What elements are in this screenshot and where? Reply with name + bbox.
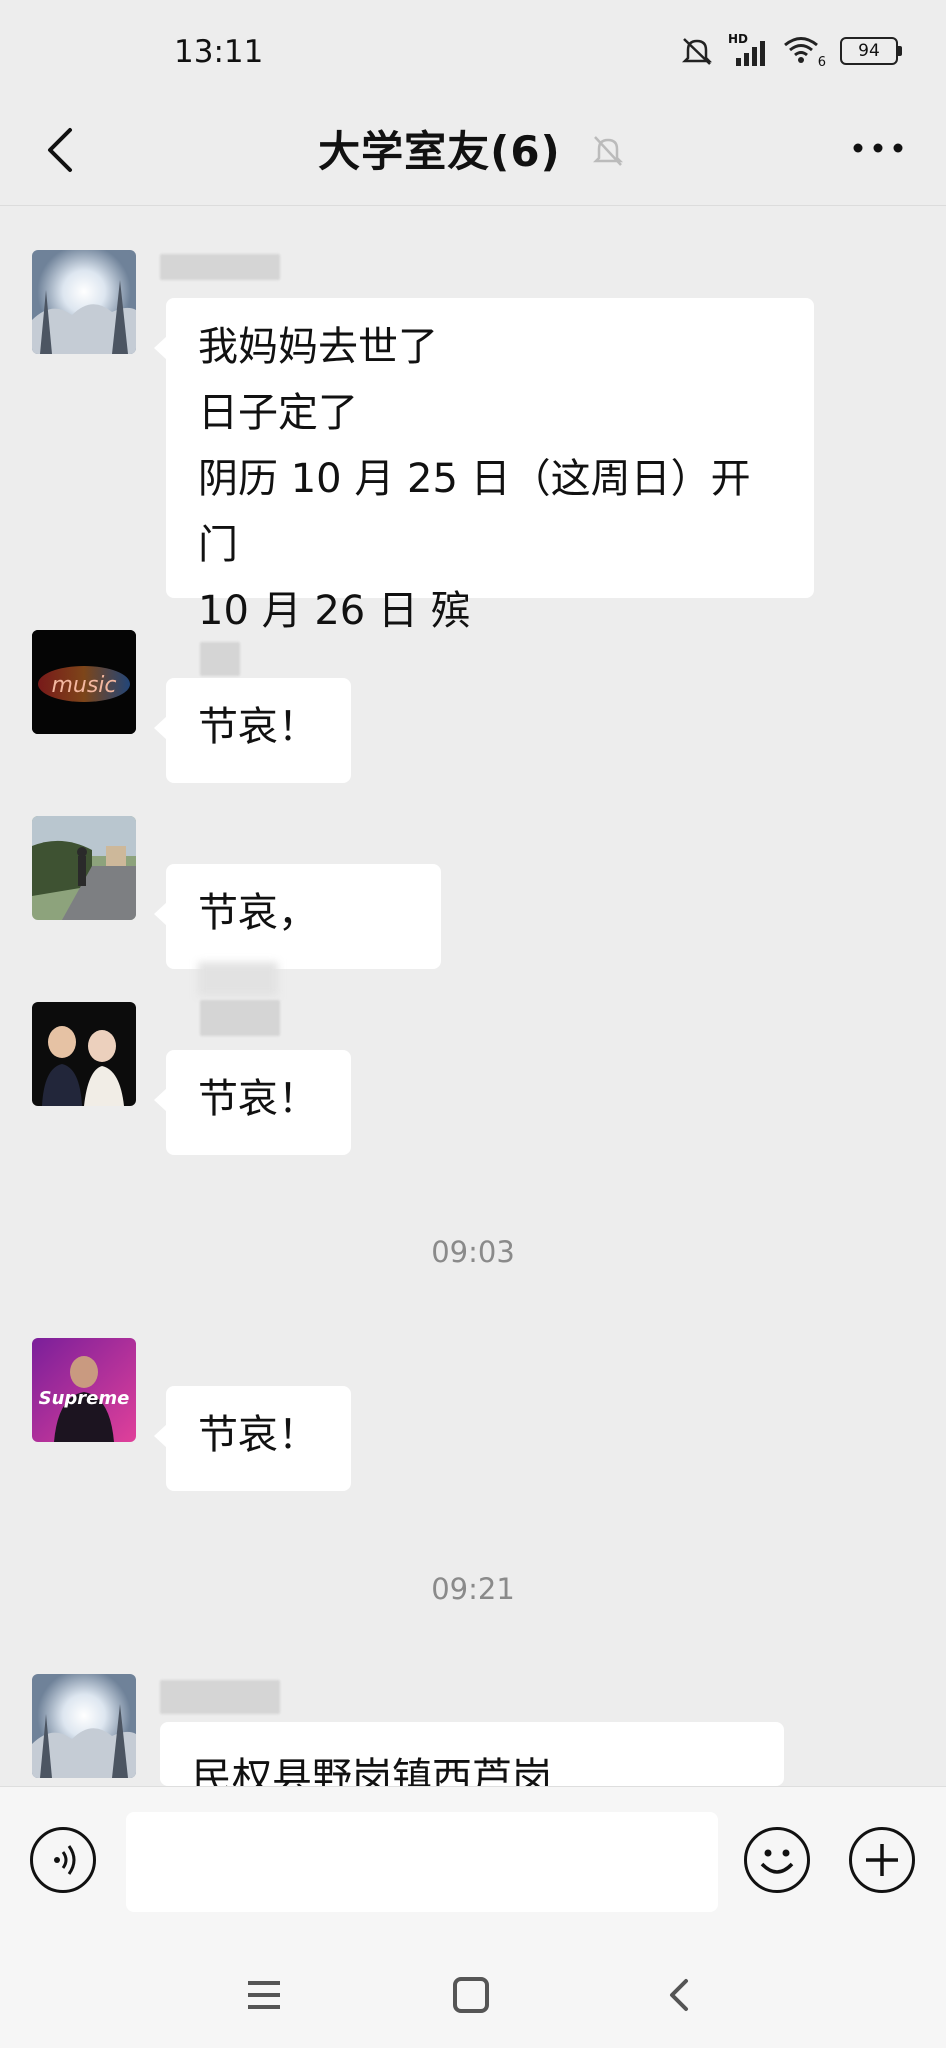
back-chevron-icon bbox=[670, 1979, 688, 2011]
avatar[interactable] bbox=[32, 1002, 136, 1106]
message-line: 阴历 10 月 25 日（这周日）开门 bbox=[198, 456, 751, 568]
message-line: 10 月 26 日 殡 bbox=[198, 588, 471, 634]
cell-signal-icon: HD bbox=[728, 32, 768, 66]
more-options-button[interactable] bbox=[848, 130, 908, 166]
message-text: 节哀， bbox=[198, 890, 318, 936]
mute-bell-icon bbox=[592, 136, 623, 166]
message-line: 日子定了 bbox=[198, 390, 358, 436]
sender-name-blurred bbox=[160, 1680, 280, 1714]
emoji-button[interactable] bbox=[744, 1827, 810, 1893]
status-icons: HD 6 94 bbox=[680, 32, 902, 70]
wifi-icon: 6 bbox=[782, 36, 826, 70]
battery-level: 94 bbox=[858, 41, 880, 61]
message-bubble[interactable]: 节哀， bbox=[154, 864, 441, 996]
wifi-badge: 6 bbox=[817, 55, 826, 70]
home-nav-button[interactable] bbox=[451, 1975, 491, 2019]
timestamp: 09:21 bbox=[431, 1572, 515, 1606]
message-line: 我妈妈去世了 bbox=[198, 324, 438, 370]
message-bubble[interactable]: 节哀！ bbox=[154, 1050, 351, 1155]
smiley-icon bbox=[760, 1849, 794, 1874]
status-time: 13:11 bbox=[174, 34, 264, 70]
message-text: 节哀！ bbox=[198, 1076, 318, 1122]
battery-icon: 94 bbox=[840, 37, 902, 65]
more-dots-icon bbox=[853, 143, 903, 153]
message-bubble[interactable]: 节哀！ bbox=[154, 678, 351, 783]
menu-nav-button[interactable] bbox=[244, 1975, 284, 2019]
plus-icon bbox=[866, 1844, 898, 1876]
supreme-avatar-text: Supreme bbox=[39, 1388, 130, 1409]
chat-input-bar bbox=[0, 1786, 946, 1932]
voice-button[interactable] bbox=[30, 1827, 96, 1893]
menu-icon bbox=[248, 1981, 280, 2009]
title-wrap: 大学室友(6) bbox=[0, 118, 946, 179]
supreme-avatar-icon: Supreme bbox=[32, 1338, 136, 1442]
message-text: 节哀！ bbox=[198, 1412, 318, 1458]
avatar[interactable] bbox=[32, 1674, 136, 1778]
back-nav-button[interactable] bbox=[660, 1975, 700, 2019]
blurred-text bbox=[198, 962, 278, 996]
neon-light-avatar-icon: music bbox=[32, 630, 136, 734]
home-square-icon bbox=[453, 1977, 489, 2013]
sender-name-blurred bbox=[160, 254, 280, 280]
chat-header: 大学室友(6) bbox=[0, 100, 946, 206]
message-bubble[interactable]: 我妈妈去世了 日子定了 阴历 10 月 25 日（这周日）开门 10 月 26 … bbox=[154, 298, 814, 634]
timestamp: 09:03 bbox=[431, 1235, 515, 1269]
snowy-sunrise-avatar-icon bbox=[32, 250, 136, 354]
message-bubble[interactable]: 节哀！ bbox=[154, 1386, 351, 1491]
road-walker-avatar-icon bbox=[32, 816, 136, 920]
add-button[interactable] bbox=[849, 1827, 915, 1893]
neon-avatar-text: music bbox=[51, 673, 116, 698]
voice-wave-icon bbox=[54, 1845, 76, 1875]
chat-title: 大学室友(6) bbox=[318, 127, 561, 176]
avatar[interactable]: Supreme bbox=[32, 1338, 136, 1442]
system-nav-bar bbox=[0, 1931, 946, 2048]
avatar[interactable] bbox=[32, 250, 136, 354]
sender-name-blurred bbox=[200, 642, 240, 676]
couple-photo-avatar-icon bbox=[32, 1002, 136, 1106]
snowy-sunrise-avatar-icon bbox=[32, 1674, 136, 1778]
message-input[interactable] bbox=[126, 1812, 718, 1912]
message-bubble[interactable]: 民权县野岗镇西芦岗 bbox=[160, 1722, 784, 1786]
mute-icon bbox=[681, 38, 713, 65]
message-text: 节哀！ bbox=[198, 704, 318, 750]
avatar[interactable]: music bbox=[32, 630, 136, 734]
avatar[interactable] bbox=[32, 816, 136, 920]
message-text: 民权县野岗镇西芦岗 bbox=[192, 1755, 552, 1786]
sender-name-blurred bbox=[200, 1000, 280, 1036]
